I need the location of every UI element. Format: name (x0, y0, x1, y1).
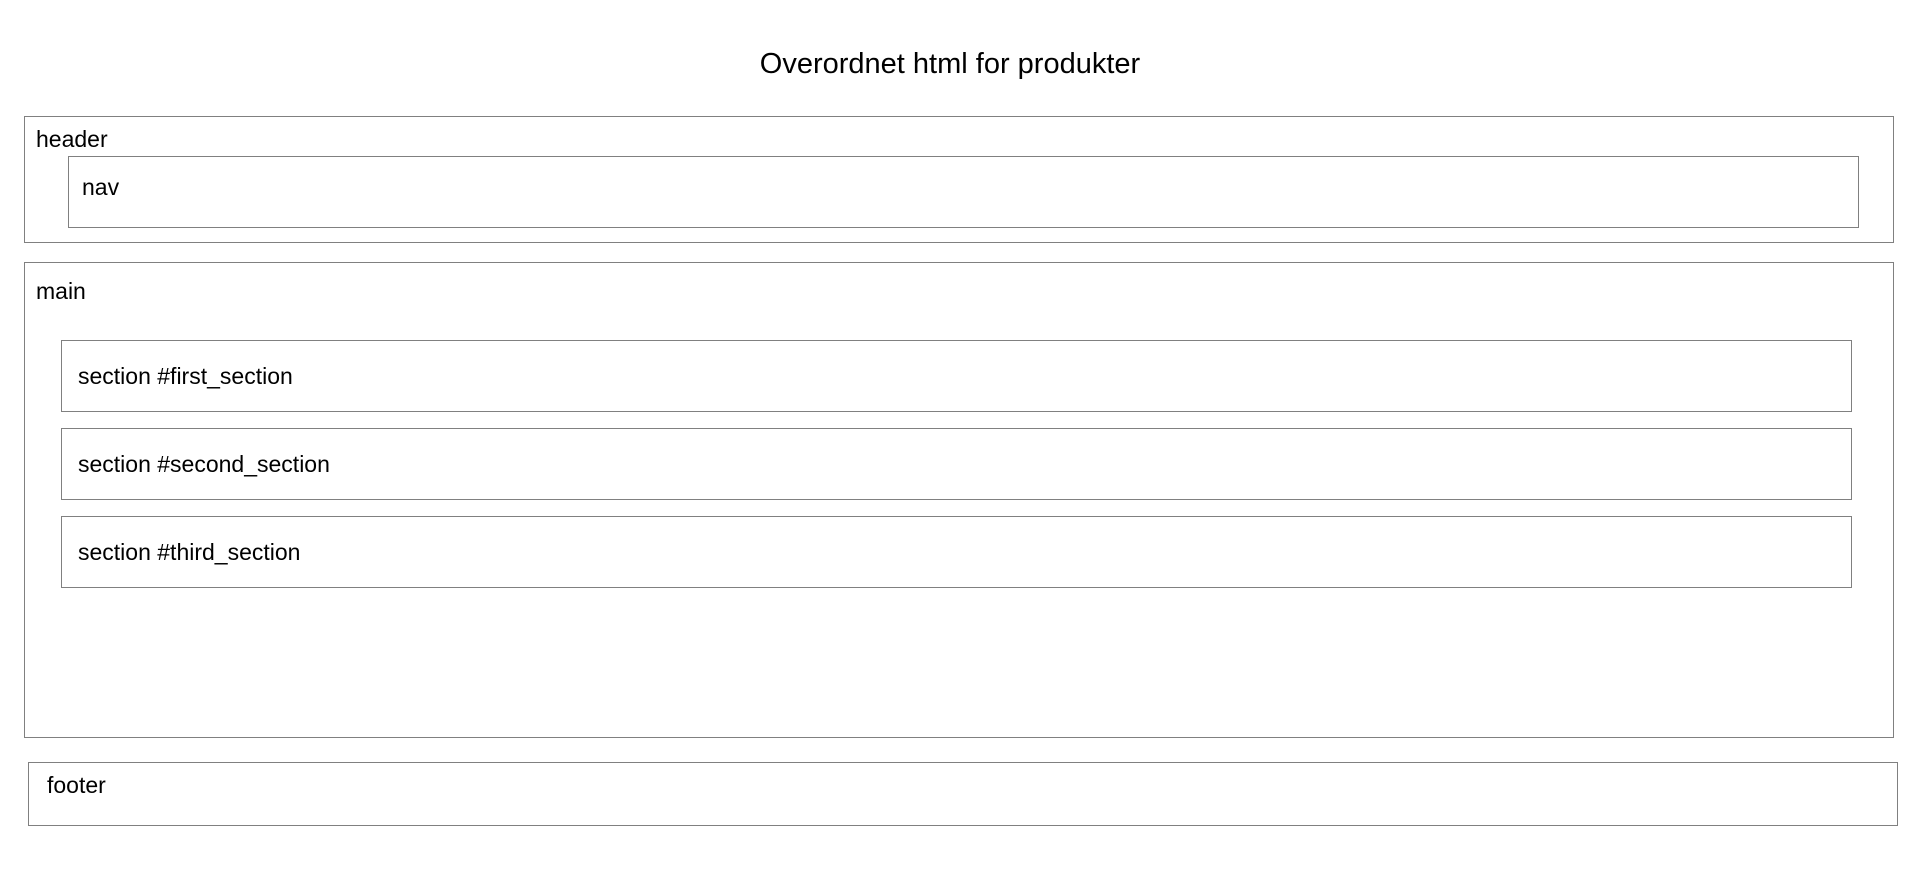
first-section-box: section #first_section (61, 340, 1852, 412)
footer-label: footer (47, 772, 106, 798)
second-section-label: section #second_section (78, 451, 330, 477)
footer-box: footer (28, 762, 1898, 826)
main-label: main (36, 278, 86, 304)
header-box: header nav (24, 116, 1894, 243)
main-box: main section #first_section section #sec… (24, 262, 1894, 738)
diagram-title: Overordnet html for produkter (759, 48, 1141, 80)
nav-box: nav (68, 156, 1859, 228)
second-section-box: section #second_section (61, 428, 1852, 500)
header-label: header (36, 126, 108, 152)
nav-label: nav (82, 174, 120, 200)
first-section-label: section #first_section (78, 363, 293, 389)
third-section-box: section #third_section (61, 516, 1852, 588)
third-section-label: section #third_section (78, 539, 301, 565)
